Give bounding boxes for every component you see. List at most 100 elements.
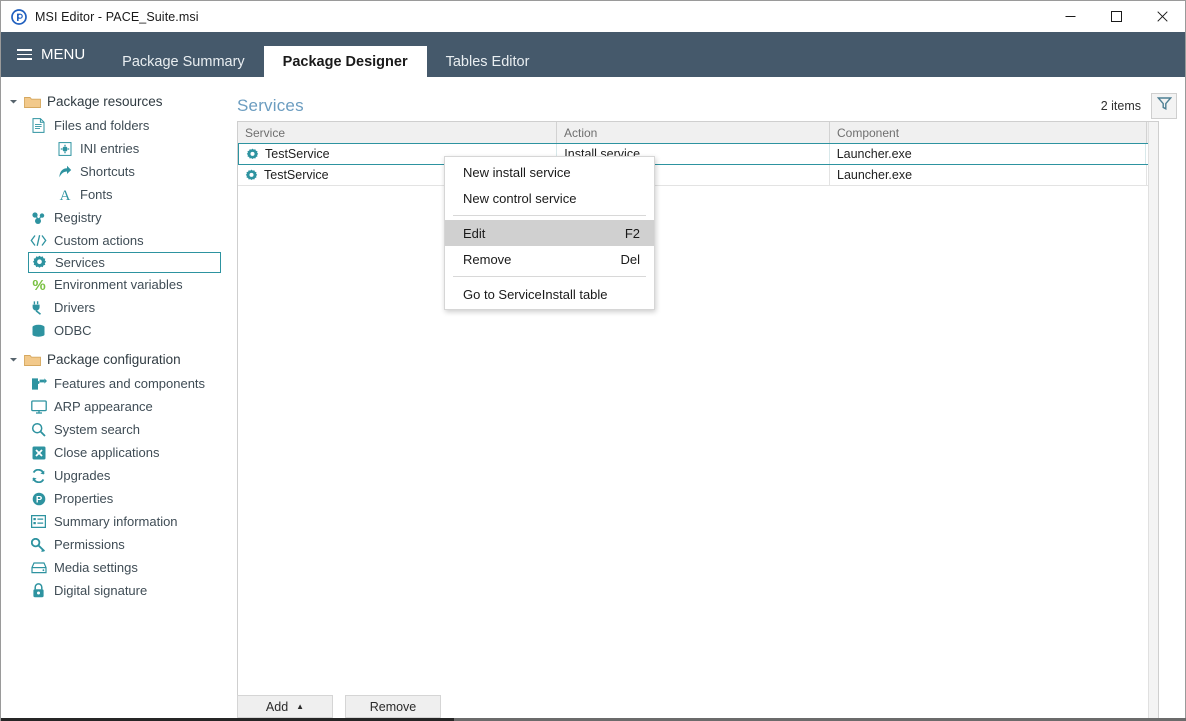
sidebar-item-label: Permissions [54, 537, 125, 552]
context-menu-item-new-control-service[interactable]: New control service [445, 185, 654, 211]
sidebar-item-label: Custom actions [54, 233, 144, 248]
database-icon [30, 323, 47, 339]
column-header-component[interactable]: Component [830, 122, 1147, 143]
cell-text: TestService [265, 147, 330, 161]
services-grid: Service Action Component TestService Ins… [237, 121, 1159, 721]
sidebar-item-properties[interactable]: P Properties [1, 487, 231, 510]
table-row[interactable]: TestService Install service Launcher.exe [238, 143, 1158, 165]
context-menu-item-edit[interactable]: Edit F2 [445, 220, 654, 246]
minimize-button[interactable] [1047, 1, 1093, 32]
sidebar-item-arp-appearance[interactable]: ARP appearance [1, 395, 231, 418]
refresh-icon [30, 468, 47, 484]
sidebar-tree: Package resources Files and folders INI … [1, 77, 231, 721]
shortcut-arrow-icon [56, 164, 73, 180]
sidebar-item-permissions[interactable]: Permissions [1, 533, 231, 556]
sidebar-item-upgrades[interactable]: Upgrades [1, 464, 231, 487]
tab-package-summary[interactable]: Package Summary [103, 46, 264, 77]
sidebar-group-label: Package configuration [47, 352, 181, 367]
sidebar-item-fonts[interactable]: A Fonts [1, 183, 231, 206]
add-button-label: Add [265, 699, 289, 714]
grid-vertical-scrollbar[interactable] [1148, 122, 1158, 721]
title-bar: MSI Editor - PACE_Suite.msi [1, 1, 1185, 32]
svg-text:P: P [35, 494, 42, 505]
sidebar-item-drivers[interactable]: Drivers [1, 296, 231, 319]
context-menu-item-go-to-serviceinstall-table[interactable]: Go to ServiceInstall table [445, 281, 654, 307]
sidebar-item-system-search[interactable]: System search [1, 418, 231, 441]
x-square-icon [30, 445, 47, 461]
tab-package-designer[interactable]: Package Designer [263, 46, 427, 77]
sidebar-item-label: ARP appearance [54, 399, 153, 414]
sidebar-item-label: Media settings [54, 560, 138, 575]
sidebar-item-ini-entries[interactable]: INI entries [1, 137, 231, 160]
puzzle-icon [30, 376, 47, 392]
key-icon [30, 537, 47, 553]
svg-text:A: A [59, 188, 70, 202]
add-button[interactable]: Add ▲ [237, 695, 333, 718]
tab-tables-editor[interactable]: Tables Editor [427, 46, 549, 77]
sidebar-item-label: Files and folders [54, 118, 150, 133]
sidebar-item-odbc[interactable]: ODBC [1, 319, 231, 342]
context-menu-item-shortcut: F2 [624, 225, 640, 241]
items-count-label: 2 items [1100, 98, 1141, 113]
chevron-down-icon[interactable] [8, 97, 18, 107]
menu-label: MENU [41, 46, 86, 63]
table-row[interactable]: TestService Launcher.exe [238, 165, 1158, 186]
sidebar-group-package-configuration[interactable]: Package configuration [1, 347, 231, 372]
context-menu-item-remove[interactable]: Remove Del [445, 246, 654, 272]
sidebar-item-label: Shortcuts [80, 164, 135, 179]
context-menu-item-new-install-service[interactable]: New install service [445, 159, 654, 185]
ribbon-bar: MENU Package Summary Package Designer Ta… [1, 32, 1185, 77]
code-brackets-icon [30, 233, 47, 249]
context-menu-item-label: New control service [463, 190, 577, 206]
folder-icon [24, 353, 41, 367]
ini-file-icon [56, 141, 73, 157]
sidebar-item-label: Fonts [80, 187, 113, 202]
column-header-action[interactable]: Action [557, 122, 830, 143]
lock-icon [30, 583, 47, 599]
filter-button[interactable] [1151, 92, 1177, 119]
sidebar-item-label: Summary information [54, 514, 178, 529]
panel-header: Services 2 items [237, 89, 1177, 122]
menu-button[interactable]: MENU [1, 32, 103, 77]
pace-logo-icon [11, 8, 27, 25]
sidebar-item-close-applications[interactable]: Close applications [1, 441, 231, 464]
context-menu-separator [453, 276, 646, 277]
cell-component: Launcher.exe [830, 144, 1147, 164]
cell-text: TestService [264, 168, 329, 182]
sidebar-item-custom-actions[interactable]: Custom actions [1, 229, 231, 252]
filter-funnel-icon [1156, 96, 1172, 116]
sidebar-item-environment-variables[interactable]: % Environment variables [1, 273, 231, 296]
drive-icon [30, 560, 47, 576]
context-menu-separator [453, 215, 646, 216]
maximize-button[interactable] [1093, 1, 1139, 32]
sidebar-item-summary-information[interactable]: Summary information [1, 510, 231, 533]
application-window: MSI Editor - PACE_Suite.msi MENU Package… [0, 0, 1186, 721]
sidebar-item-label: Registry [54, 210, 102, 225]
plug-icon [30, 300, 47, 316]
sidebar-item-shortcuts[interactable]: Shortcuts [1, 160, 231, 183]
list-icon [30, 514, 47, 530]
sidebar-item-label: Features and components [54, 376, 206, 391]
svg-text:%: % [32, 277, 45, 292]
sidebar-group-package-resources[interactable]: Package resources [1, 89, 231, 114]
caret-up-icon: ▲ [296, 701, 305, 711]
sidebar-item-label: ODBC [54, 323, 92, 338]
sidebar-item-services[interactable]: Services [28, 252, 221, 273]
chevron-down-icon[interactable] [8, 355, 18, 365]
sidebar-item-features-and-components[interactable]: Features and components [1, 372, 231, 395]
document-icon [30, 118, 47, 134]
sidebar-item-registry[interactable]: Registry [1, 206, 231, 229]
cell-component: Launcher.exe [830, 165, 1147, 185]
window-title: MSI Editor - PACE_Suite.msi [35, 9, 199, 24]
sidebar-item-label: Environment variables [54, 277, 183, 292]
close-button[interactable] [1139, 1, 1185, 32]
sidebar-item-files-and-folders[interactable]: Files and folders [1, 114, 231, 137]
column-header-service[interactable]: Service [238, 122, 557, 143]
sidebar-item-digital-signature[interactable]: Digital signature [1, 579, 231, 602]
remove-button[interactable]: Remove [345, 695, 441, 718]
gear-icon [246, 148, 259, 161]
gear-icon [245, 169, 258, 182]
action-button-row: Add ▲ Remove [237, 695, 441, 718]
sidebar-item-media-settings[interactable]: Media settings [1, 556, 231, 579]
window-controls [1047, 1, 1185, 32]
